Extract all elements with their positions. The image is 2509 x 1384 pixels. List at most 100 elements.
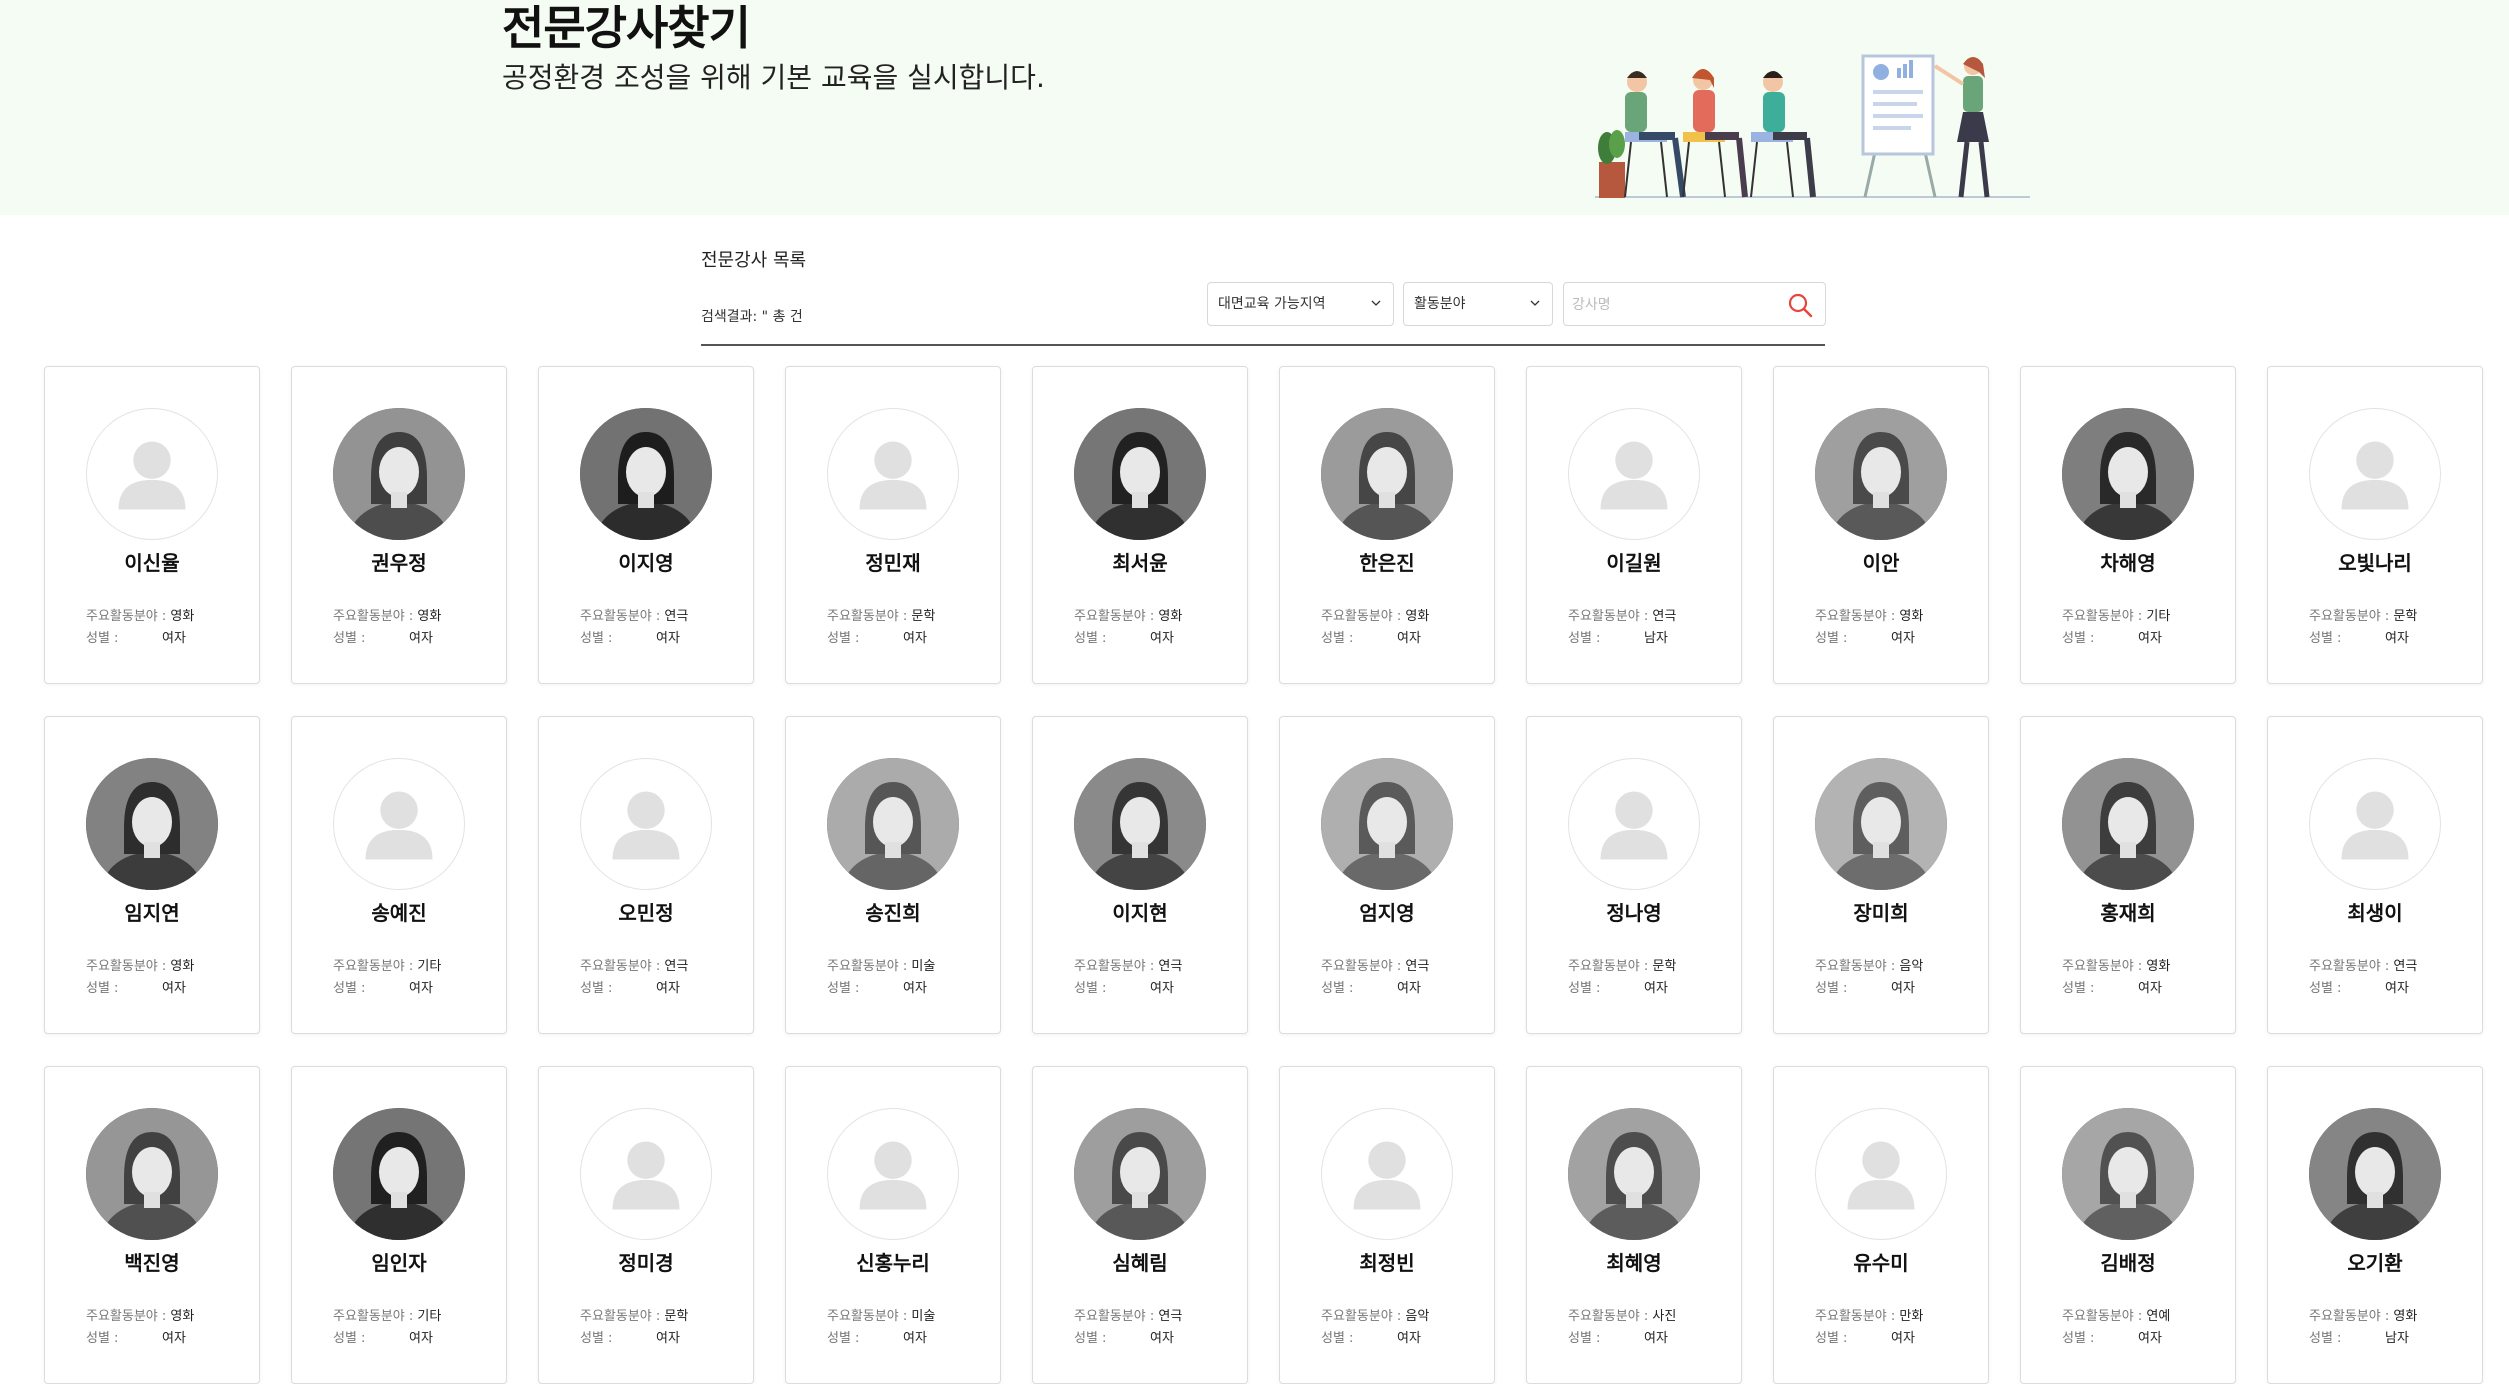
instructor-card[interactable]: 오빛나리 주요활동분야 : 문학 성별 : 여자 — [2267, 366, 2483, 684]
instructor-name: 심혜림 — [1112, 1251, 1168, 1275]
default-avatar-icon — [1568, 408, 1700, 540]
instructor-field: 연예 — [2146, 1309, 2171, 1324]
instructor-card[interactable]: 최서윤 주요활동분야 : 영화 성별 : 여자 — [1032, 366, 1248, 684]
instructor-gender: 여자 — [903, 631, 927, 646]
instructor-field-row: 주요활동분야 : 문학 — [1568, 955, 1676, 974]
instructor-gender: 여자 — [1644, 1331, 1668, 1346]
instructor-card[interactable]: 홍재희 주요활동분야 : 영화 성별 : 여자 — [2020, 716, 2236, 1034]
search-result-count: 검색결과: " 총 건 — [701, 309, 803, 325]
gender-label: 성별 : — [1074, 981, 1107, 996]
instructor-card[interactable]: 김배정 주요활동분야 : 연예 성별 : 여자 — [2020, 1066, 2236, 1384]
instructor-photo — [827, 758, 959, 890]
instructor-gender: 여자 — [656, 1331, 680, 1346]
gender-label: 성별 : — [1321, 981, 1354, 996]
instructor-name: 차해영 — [2100, 551, 2156, 575]
instructor-card[interactable]: 심혜림 주요활동분야 : 연극 성별 : 여자 — [1032, 1066, 1248, 1384]
instructor-field: 연극 — [1158, 959, 1183, 974]
field-label: 주요활동분야 : — [1815, 1309, 1900, 1324]
instructor-name: 백진영 — [124, 1251, 180, 1275]
instructor-gender-row: 성별 : 여자 — [827, 977, 927, 996]
instructor-card[interactable]: 송진희 주요활동분야 : 미술 성별 : 여자 — [785, 716, 1001, 1034]
gender-label: 성별 : — [333, 981, 366, 996]
instructor-field: 문학 — [1652, 959, 1677, 974]
instructor-gender: 여자 — [1397, 1331, 1421, 1346]
instructor-card[interactable]: 최혜영 주요활동분야 : 사진 성별 : 여자 — [1526, 1066, 1742, 1384]
instructor-field-row: 주요활동분야 : 영화 — [333, 605, 441, 624]
instructor-gender: 여자 — [2138, 631, 2162, 646]
instructor-name: 정나영 — [1606, 901, 1662, 925]
instructor-name: 김배정 — [2100, 1251, 2156, 1275]
instructor-card[interactable]: 임인자 주요활동분야 : 기타 성별 : 여자 — [291, 1066, 507, 1384]
search-icon[interactable] — [1787, 292, 1813, 318]
instructor-name: 오빛나리 — [2338, 551, 2412, 575]
instructor-gender: 여자 — [2385, 981, 2409, 996]
instructor-name: 이지영 — [618, 551, 674, 575]
instructor-card[interactable]: 이지현 주요활동분야 : 연극 성별 : 여자 — [1032, 716, 1248, 1034]
instructor-gender: 여자 — [1891, 1331, 1915, 1346]
gender-label: 성별 : — [86, 631, 119, 646]
instructor-card[interactable]: 송예진 주요활동분야 : 기타 성별 : 여자 — [291, 716, 507, 1034]
instructor-card[interactable]: 신홍누리 주요활동분야 : 미술 성별 : 여자 — [785, 1066, 1001, 1384]
instructor-card[interactable]: 이안 주요활동분야 : 영화 성별 : 여자 — [1773, 366, 1989, 684]
instructor-gender: 여자 — [1150, 1331, 1174, 1346]
instructor-gender-row: 성별 : 여자 — [86, 627, 186, 646]
default-avatar-icon — [827, 1108, 959, 1240]
instructor-gender: 여자 — [1397, 631, 1421, 646]
instructor-field: 영화 — [170, 609, 195, 624]
instructor-card[interactable]: 최정빈 주요활동분야 : 음악 성별 : 여자 — [1279, 1066, 1495, 1384]
field-label: 주요활동분야 : — [333, 609, 418, 624]
instructor-gender-row: 성별 : 여자 — [2309, 977, 2409, 996]
instructor-field-row: 주요활동분야 : 음악 — [1321, 1305, 1429, 1324]
default-avatar-icon — [2309, 408, 2441, 540]
instructor-card[interactable]: 오민정 주요활동분야 : 연극 성별 : 여자 — [538, 716, 754, 1034]
instructor-gender: 여자 — [1397, 981, 1421, 996]
instructor-card[interactable]: 최생이 주요활동분야 : 연극 성별 : 여자 — [2267, 716, 2483, 1034]
instructor-card[interactable]: 유수미 주요활동분야 : 만화 성별 : 여자 — [1773, 1066, 1989, 1384]
instructor-card[interactable]: 정나영주요활동분야 : 문학성별 : 여자 — [1526, 716, 1742, 1034]
search-input[interactable] — [1570, 293, 1774, 317]
gender-label: 성별 : — [86, 981, 119, 996]
instructor-card[interactable]: 차해영 주요활동분야 : 기타 성별 : 여자 — [2020, 366, 2236, 684]
instructor-field: 만화 — [1899, 1309, 1924, 1324]
gender-label: 성별 : — [2309, 981, 2342, 996]
field-select[interactable]: 활동분야 — [1403, 282, 1553, 326]
instructor-field-row: 주요활동분야 : 영화 — [1815, 605, 1923, 624]
instructor-card[interactable]: 정미경 주요활동분야 : 문학 성별 : 여자 — [538, 1066, 754, 1384]
default-avatar-icon — [827, 408, 959, 540]
instructor-gender: 남자 — [1644, 631, 1668, 646]
gender-label: 성별 : — [1815, 981, 1848, 996]
instructor-card[interactable]: 백진영 주요활동분야 : 영화 성별 : 여자 — [44, 1066, 260, 1384]
instructor-card[interactable]: 오기환 주요활동분야 : 영화 성별 : 남자 — [2267, 1066, 2483, 1384]
instructor-field: 영화 — [2146, 959, 2171, 974]
instructor-gender: 여자 — [1644, 981, 1668, 996]
instructor-field: 문학 — [664, 1309, 689, 1324]
instructor-card[interactable]: 이길원 주요활동분야 : 연극 성별 : 남자 — [1526, 366, 1742, 684]
instructor-card[interactable]: 한은진 주요활동분야 : 영화 성별 : 여자 — [1279, 366, 1495, 684]
instructor-card[interactable]: 장미희 주요활동분야 : 음악 성별 : 여자 — [1773, 716, 1989, 1034]
instructor-name: 오민정 — [618, 901, 674, 925]
field-label: 주요활동분야 : — [1568, 1309, 1653, 1324]
instructor-card[interactable]: 이지영 주요활동분야 : 연극 성별 : 여자 — [538, 366, 754, 684]
instructor-card[interactable]: 정민재 주요활동분야 : 문학 성별 : 여자 — [785, 366, 1001, 684]
field-label: 주요활동분야 : — [2062, 609, 2147, 624]
instructor-name: 송예진 — [371, 901, 427, 925]
instructor-name: 최혜영 — [1606, 1251, 1662, 1275]
hero-banner: 전문강사찾기 공정환경 조성을 위해 기본 교육을 실시합니다. — [0, 0, 2509, 215]
chevron-down-icon — [1371, 300, 1381, 306]
instructor-field: 영화 — [170, 959, 195, 974]
instructor-photo — [333, 1108, 465, 1240]
instructor-card[interactable]: 권우정 주요활동분야 : 영화 성별 : 여자 — [291, 366, 507, 684]
instructor-field-row: 주요활동분야 : 영화 — [2062, 955, 2170, 974]
instructor-gender-row: 성별 : 여자 — [2062, 1327, 2162, 1346]
gender-label: 성별 : — [1074, 1331, 1107, 1346]
instructor-card[interactable]: 이신율 주요활동분야 : 영화 성별 : 여자 — [44, 366, 260, 684]
instructor-card[interactable]: 임지연 주요활동분야 : 영화 성별 : 여자 — [44, 716, 260, 1034]
instructor-name: 최서윤 — [1112, 551, 1168, 575]
region-select[interactable]: 대면교육 가능지역 — [1207, 282, 1394, 326]
instructor-gender: 여자 — [409, 981, 433, 996]
default-avatar-icon — [333, 758, 465, 890]
instructor-card[interactable]: 엄지영 주요활동분야 : 연극 성별 : 여자 — [1279, 716, 1495, 1034]
instructor-gender-row: 성별 : 여자 — [827, 1327, 927, 1346]
instructor-name: 이지현 — [1112, 901, 1168, 925]
gender-label: 성별 : — [1568, 981, 1601, 996]
